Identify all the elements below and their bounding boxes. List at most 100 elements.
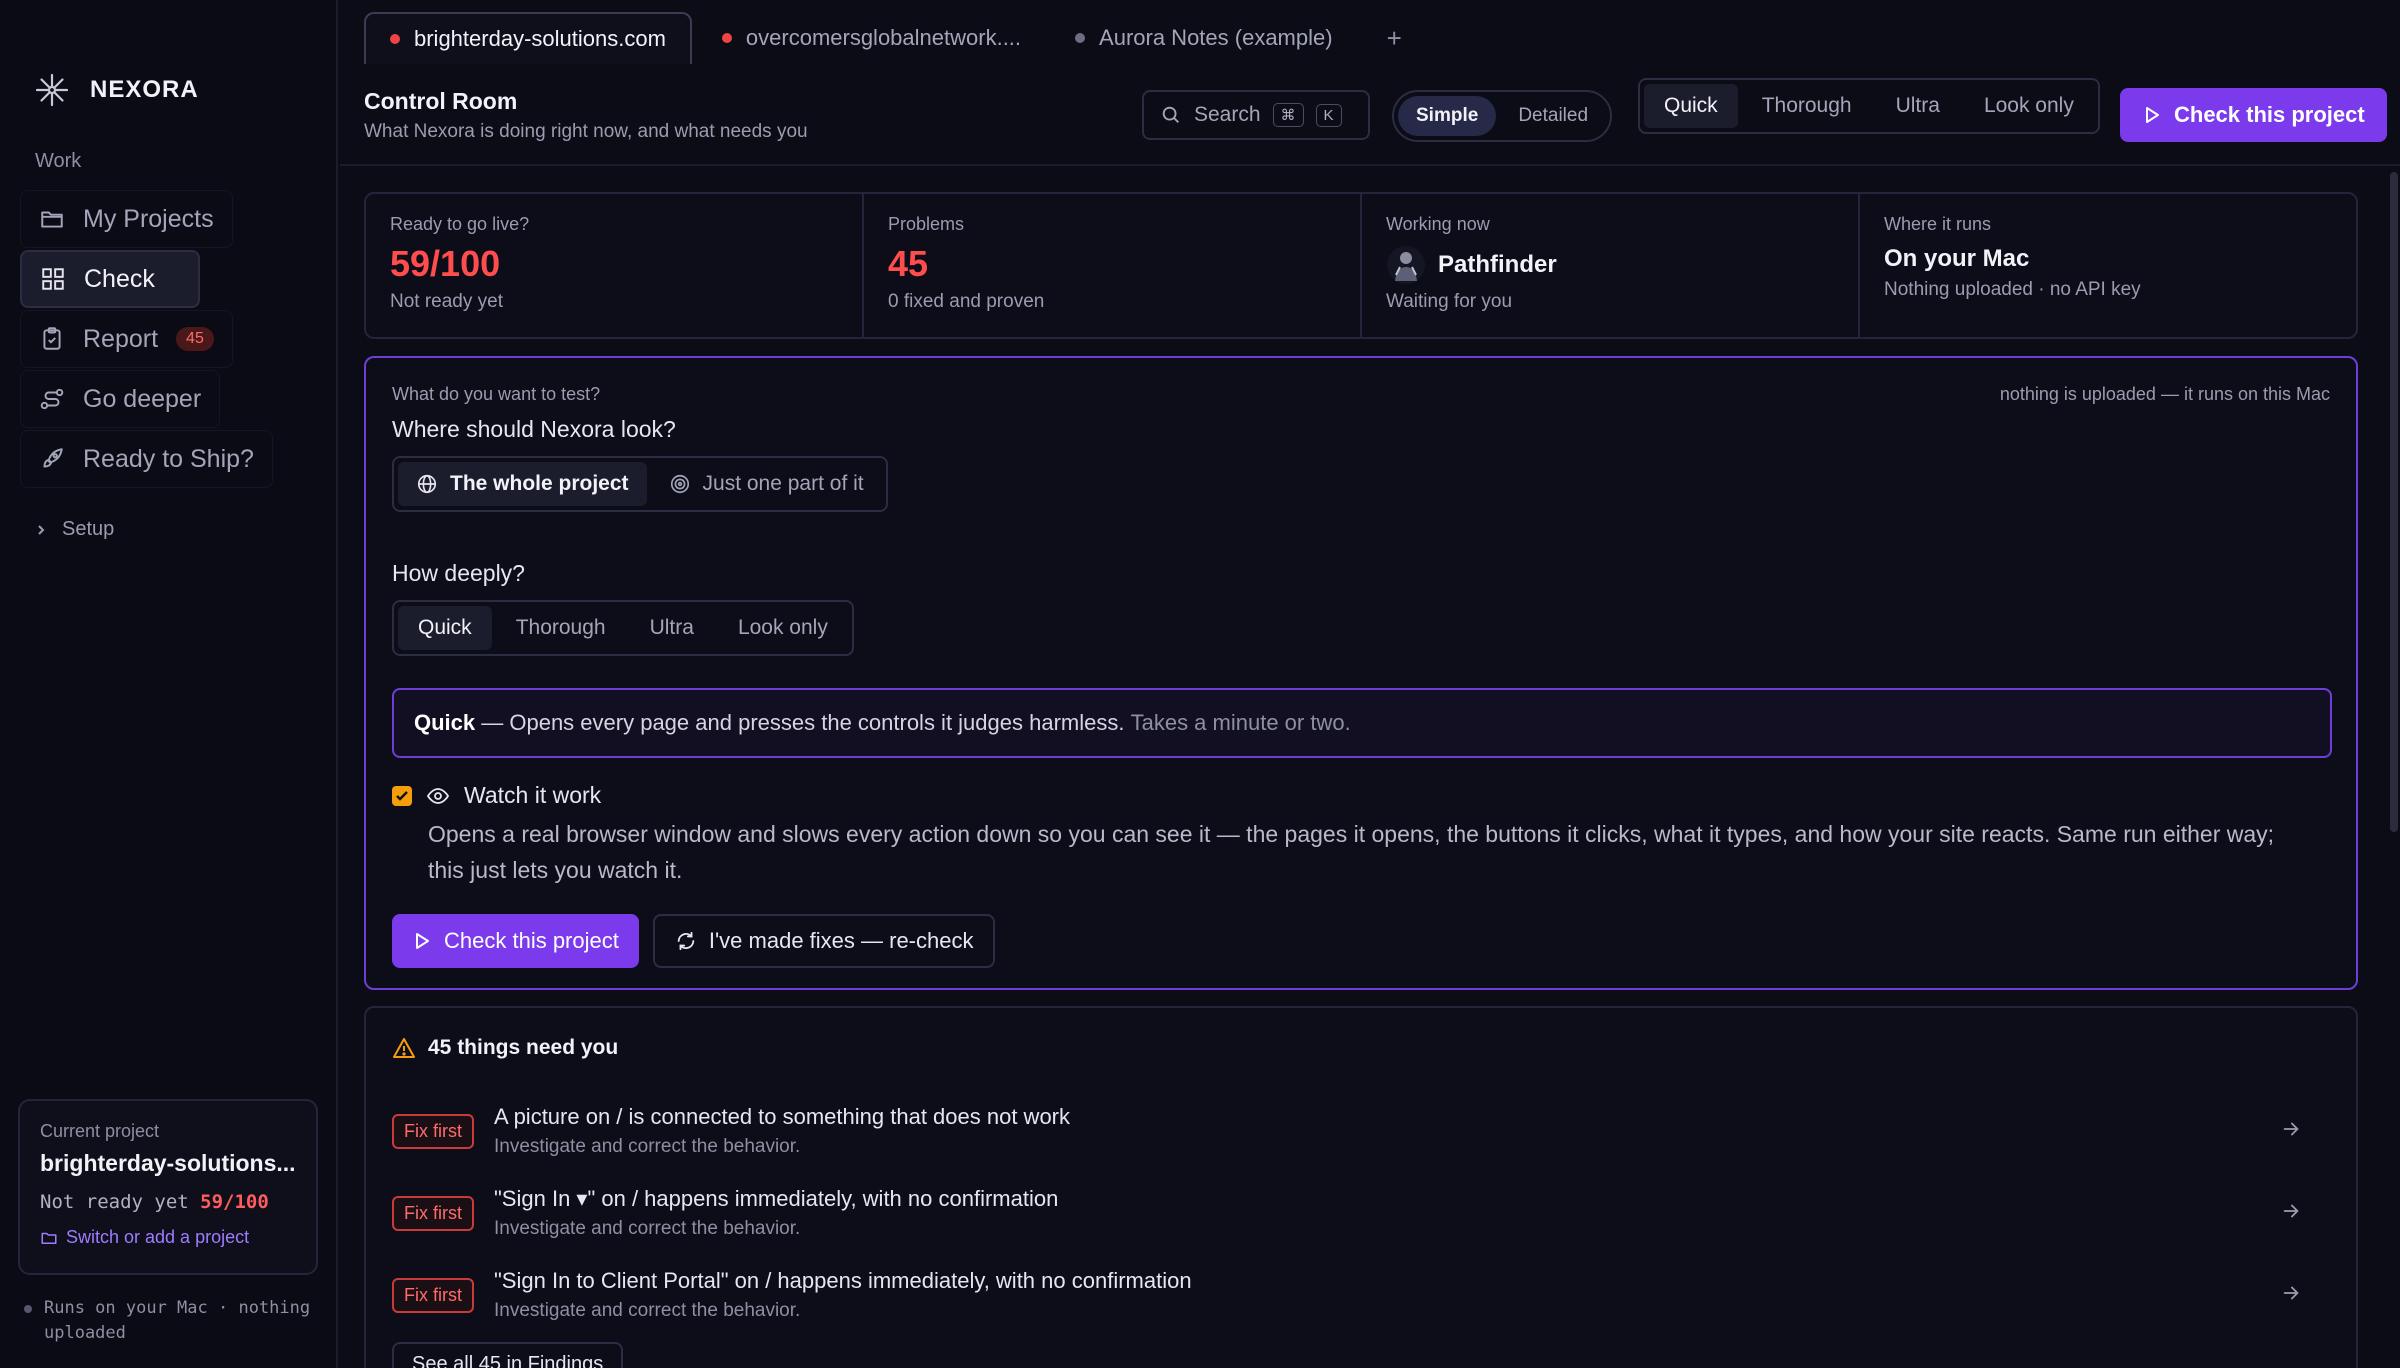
- tab-brighterday[interactable]: brighterday-solutions.com: [364, 12, 692, 64]
- stat-label: Where it runs: [1884, 214, 1992, 234]
- sidebar-item-my-projects[interactable]: My Projects: [20, 190, 233, 248]
- depth-thorough[interactable]: Thorough: [1742, 84, 1872, 128]
- arrow-right-icon[interactable]: [2280, 1282, 2302, 1304]
- stat-sub: Waiting for you: [1386, 291, 1513, 312]
- kbd-k: K: [1315, 103, 1342, 127]
- current-project-name: brighterday-solutions....: [40, 1150, 296, 1176]
- arrow-right-icon[interactable]: [2280, 1200, 2302, 1222]
- watch-checkbox[interactable]: [392, 785, 412, 806]
- target-icon: [669, 473, 691, 495]
- stat-working-now: Working now Pathfinder Waiting for you: [1362, 194, 1860, 337]
- search-button[interactable]: Search ⌘ K: [1142, 90, 1370, 140]
- sidebar-item-label: Check: [84, 264, 155, 293]
- finding-row[interactable]: Fix first "Sign In to Client Portal" on …: [392, 1254, 2332, 1336]
- finding-title: "Sign In to Client Portal" on / happens …: [494, 1268, 1192, 1293]
- tab-overcomers[interactable]: overcomersglobalnetwork....: [698, 12, 1045, 64]
- panel-kicker: What do you want to test?: [392, 384, 601, 404]
- stat-label: Working now: [1386, 214, 1490, 234]
- sidebar-item-label: My Projects: [83, 204, 214, 233]
- sidebar-item-report[interactable]: Report 45: [20, 310, 233, 368]
- view-mode-toggle: Simple Detailed: [1392, 90, 1613, 142]
- finding-sub: Investigate and correct the behavior.: [494, 1300, 801, 1321]
- tab-status-dot: [721, 33, 732, 43]
- play-icon: [2142, 105, 2162, 125]
- stat-sub: Not ready yet: [390, 291, 503, 312]
- folder-icon: [40, 1229, 58, 1247]
- stat-sub: Nothing uploaded · no API key: [1884, 279, 2141, 300]
- scope-selector: The whole project Just one part of it: [392, 456, 888, 512]
- check-project-button[interactable]: Check this project: [392, 914, 639, 968]
- sidebar-item-go-deeper[interactable]: Go deeper: [20, 370, 221, 428]
- scope-one-part[interactable]: Just one part of it: [651, 462, 882, 506]
- depth-desc-name: Quick: [414, 710, 476, 735]
- sidebar-item-check[interactable]: Check: [20, 250, 200, 308]
- arrow-right-icon[interactable]: [2280, 1118, 2302, 1140]
- logo-icon: [34, 72, 70, 108]
- switch-project-link[interactable]: Switch or add a project: [40, 1227, 296, 1248]
- tab-label: overcomersglobalnetwork....: [745, 25, 1022, 50]
- agent-name: Pathfinder: [1438, 251, 1557, 278]
- watch-label: Watch it work: [464, 782, 602, 808]
- current-project-card: Current project brighterday-solutions...…: [18, 1099, 318, 1275]
- mode-detailed[interactable]: Detailed: [1500, 96, 1606, 136]
- sidebar-item-label: Ready to Ship?: [83, 444, 254, 473]
- see-all-findings-button[interactable]: See all 45 in Findings: [392, 1342, 624, 1368]
- report-count-badge: 45: [176, 327, 214, 351]
- page-subtitle: What Nexora is doing right now, and what…: [364, 121, 808, 142]
- eye-icon: [426, 784, 450, 808]
- sidebar-item-label: Report: [83, 324, 159, 353]
- search-label: Search: [1194, 103, 1261, 126]
- sidebar-item-ready-to-ship[interactable]: Ready to Ship?: [20, 430, 273, 488]
- depth-desc-text: — Opens every page and presses the contr…: [475, 710, 1131, 735]
- mode-simple[interactable]: Simple: [1398, 96, 1497, 136]
- readiness-score: 59/100: [390, 243, 501, 284]
- severity-badge: Fix first: [392, 1195, 474, 1231]
- refresh-icon: [675, 930, 697, 952]
- current-project-label: Current project: [40, 1121, 160, 1141]
- add-tab-button[interactable]: +: [1363, 12, 1426, 64]
- run-location: On your Mac: [1884, 245, 2030, 272]
- brand[interactable]: NEXORA: [34, 72, 199, 108]
- stat-ready: Ready to go live? 59/100 Not ready yet: [366, 194, 864, 337]
- depth-look-only[interactable]: Look only: [718, 606, 848, 650]
- check-project-button[interactable]: Check this project: [2120, 88, 2387, 142]
- main-scrollbar[interactable]: [2390, 172, 2398, 832]
- findings-list: Fix first A picture on / is connected to…: [392, 1090, 2332, 1336]
- depth-quick[interactable]: Quick: [398, 606, 492, 650]
- finding-row[interactable]: Fix first "Sign In ▾" on / happens immed…: [392, 1172, 2332, 1254]
- rocket-icon: [39, 446, 65, 472]
- depth-quick[interactable]: Quick: [1644, 84, 1738, 128]
- scope-question: Where should Nexora look?: [392, 416, 676, 442]
- finding-sub: Investigate and correct the behavior.: [494, 1218, 801, 1239]
- scope-whole-project[interactable]: The whole project: [398, 462, 647, 506]
- clipboard-icon: [39, 326, 65, 352]
- severity-badge: Fix first: [392, 1113, 474, 1149]
- watch-description: Opens a real browser window and slows ev…: [428, 821, 2275, 883]
- button-label: Check this project: [2174, 102, 2365, 127]
- sidebar-item-label: Go deeper: [83, 384, 202, 413]
- status-dot-icon: [24, 1305, 32, 1313]
- depth-ultra[interactable]: Ultra: [1876, 84, 1960, 128]
- watch-it-work-option[interactable]: Watch it work: [392, 782, 601, 809]
- tab-status-dot: [1075, 33, 1086, 43]
- tab-aurora-notes[interactable]: Aurora Notes (example): [1051, 12, 1357, 64]
- finding-text: "Sign In to Client Portal" on / happens …: [494, 1268, 1192, 1322]
- search-icon: [1160, 104, 1182, 126]
- panel-actions: Check this project I've made fixes — re-…: [392, 914, 996, 968]
- sidebar: NEXORA Work My Projects Check Report 45: [0, 0, 338, 1368]
- depth-ultra[interactable]: Ultra: [630, 606, 714, 650]
- depth-selector: Quick Thorough Ultra Look only: [392, 600, 854, 656]
- header-depth-selector: Quick Thorough Ultra Look only: [1638, 78, 2100, 134]
- depth-thorough[interactable]: Thorough: [496, 606, 626, 650]
- finding-row[interactable]: Fix first A picture on / is connected to…: [392, 1090, 2332, 1172]
- page-title: Control Room: [364, 88, 518, 114]
- setup-toggle[interactable]: Setup: [34, 518, 114, 541]
- depth-look-only[interactable]: Look only: [1964, 84, 2094, 128]
- sidebar-nav: My Projects Check Report 45 Go deeper Re…: [20, 190, 320, 490]
- severity-badge: Fix first: [392, 1277, 474, 1313]
- findings-title: 45 things need you: [428, 1036, 619, 1059]
- stat-problems: Problems 45 0 fixed and proven: [864, 194, 1362, 337]
- findings-heading: 45 things need you: [392, 1036, 618, 1060]
- globe-icon: [416, 473, 438, 495]
- recheck-button[interactable]: I've made fixes — re-check: [652, 914, 996, 968]
